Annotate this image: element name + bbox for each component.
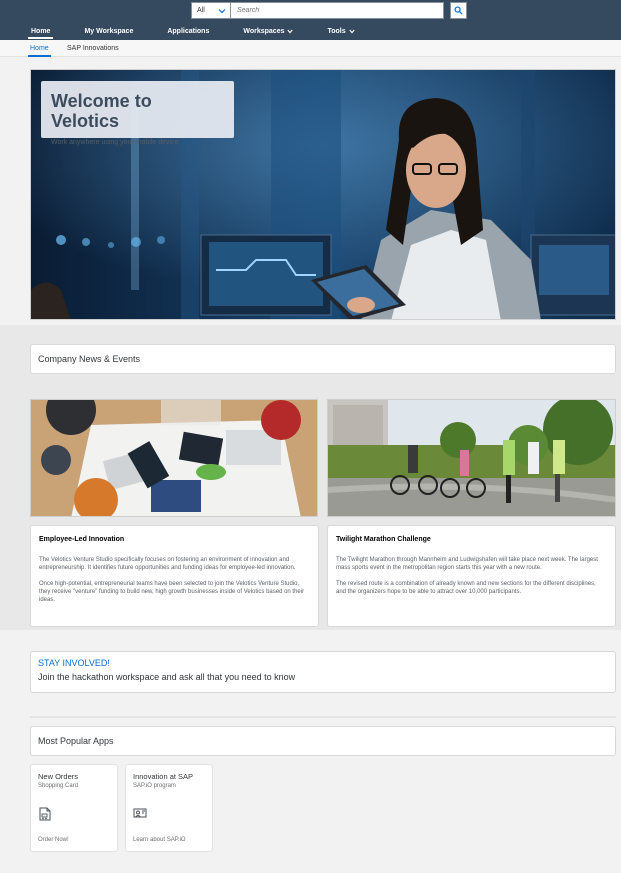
nav-my-workspace[interactable]: My Workspace [75,22,142,40]
news-header-card: Company News & Events [30,344,616,374]
article-paragraph: Once high-potential, entrepreneurial tea… [39,581,305,603]
tile-title: New Orders [38,772,79,781]
nav-applications-label: Applications [167,27,210,35]
popular-apps-title: Most Popular Apps [38,736,114,746]
stay-involved-text: Join the hackathon workspace and ask all… [38,672,296,682]
article-paragraph: The Twilight Marathon through Mannheim a… [336,557,598,571]
article-title: Employee-Led Innovation [39,536,125,543]
article-title: Twilight Marathon Challenge [336,536,431,543]
sub-navigation: Home SAP Innovations [0,40,621,57]
article-card-twilight-marathon[interactable]: Twilight Marathon Challenge The Twilight… [327,525,616,627]
app-tile-new-orders[interactable]: New Orders Shopping Card Order Now! [30,764,118,852]
nav-tools-label: Tools [327,27,346,35]
chevron-down-icon [349,29,355,33]
team-meeting-picture [31,400,317,516]
welcome-panel: Welcome to Velotics Work anywhere using … [41,81,234,146]
employee-innovation-image [30,399,318,517]
section-divider [30,716,616,718]
tile-footer: Order Now! [38,837,69,843]
hero-subtitle: Work anywhere using your mobile device [51,139,179,146]
nav-workspaces[interactable]: Workspaces [234,22,302,40]
article-paragraph: The revised route is a combination of al… [336,581,596,595]
search-input[interactable] [231,2,444,19]
presentation-person-icon [133,808,147,818]
hero-title: Welcome to Velotics [51,91,152,131]
document-cart-icon [39,807,51,821]
subnav-sap-innovations[interactable]: SAP Innovations [67,40,119,57]
tile-subtitle: Shopping Card [38,783,79,789]
article-paragraph: The Velotics Venture Studio specifically… [39,557,296,571]
search-button[interactable] [450,2,467,19]
tile-title: Innovation at SAP [133,772,194,781]
chevron-down-icon [218,8,226,13]
tile-subtitle: SAP.iO program [133,783,176,789]
nav-workspaces-label: Workspaces [243,27,285,35]
subnav-home[interactable]: Home [28,40,51,57]
stay-involved-card[interactable]: STAY INVOLVED! Join the hackathon worksp… [30,651,616,693]
article-card-employee-innovation[interactable]: Employee-Led Innovation The Velotics Ven… [30,525,319,627]
nav-home-label: Home [31,27,51,35]
news-title: Company News & Events [38,354,141,364]
runners-picture [328,400,615,516]
nav-applications[interactable]: Applications [158,22,218,40]
search-icon [454,6,463,15]
marathon-image [327,399,616,517]
stay-involved-title: STAY INVOLVED! [38,658,110,668]
popular-apps-header-card: Most Popular Apps [30,726,616,756]
tile-footer: Learn about SAP.iO [133,837,186,843]
nav-home[interactable]: Home [22,22,59,40]
search-scope-value: All [197,7,205,14]
app-tile-innovation-at-sap[interactable]: Innovation at SAP SAP.iO program Learn a… [125,764,213,852]
chevron-down-icon [287,29,294,33]
nav-my-workspace-label: My Workspace [84,27,134,35]
search-bar: All [191,2,467,19]
search-scope-select[interactable]: All [191,2,231,19]
top-navigation: Home My Workspace Applications Workspace… [22,22,380,40]
shell-bar: All Home My Workspace Applications Works… [0,0,621,40]
nav-tools[interactable]: Tools [318,22,363,40]
